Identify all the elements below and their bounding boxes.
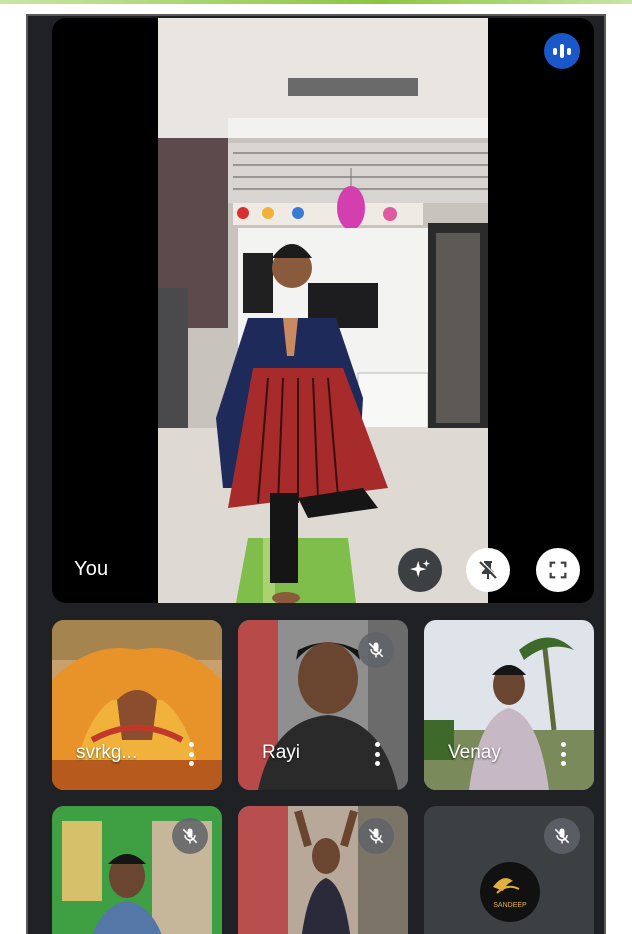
participant-tile[interactable]: svrkg... [52,620,222,790]
pin-off-icon [479,560,498,579]
participant-avatar: SANDEEP [480,862,540,922]
self-view-tile[interactable]: You [52,18,594,603]
top-edge-strip [0,0,632,4]
mic-off-icon [358,632,394,668]
more-options-icon[interactable] [560,742,566,766]
effects-button[interactable] [398,548,442,592]
participant-tile[interactable]: Venay [424,620,594,790]
participant-name: Venay [448,742,501,763]
fullscreen-icon [549,561,567,579]
more-options-icon[interactable] [188,742,194,766]
fullscreen-button[interactable] [536,548,580,592]
mic-off-icon [172,818,208,854]
participant-name: Rayi [262,742,301,763]
mic-off-icon [358,818,394,854]
participant-video [52,620,222,790]
self-name-label: You [74,558,109,580]
participant-tile[interactable] [238,806,408,934]
meeting-screen: You svrkg... Rayi Venay SANDEEP [0,0,632,934]
mic-off-icon [544,818,580,854]
more-options-icon[interactable] [374,742,380,766]
avatar-logo-text: SANDEEP [493,902,527,909]
participant-video [424,620,594,790]
self-video-feed [158,18,488,603]
sparkle-icon [409,559,431,578]
participant-tile[interactable]: SANDEEP [424,806,594,934]
participant-name: svrkg... [76,742,138,763]
unpin-button[interactable] [466,548,510,592]
participant-tile[interactable]: Rayi [238,620,408,790]
meeting-grid: You svrkg... Rayi Venay SANDEEP [26,14,606,934]
room-scene [158,18,488,603]
speaking-indicator-icon [544,33,580,69]
participant-tile[interactable] [52,806,222,934]
